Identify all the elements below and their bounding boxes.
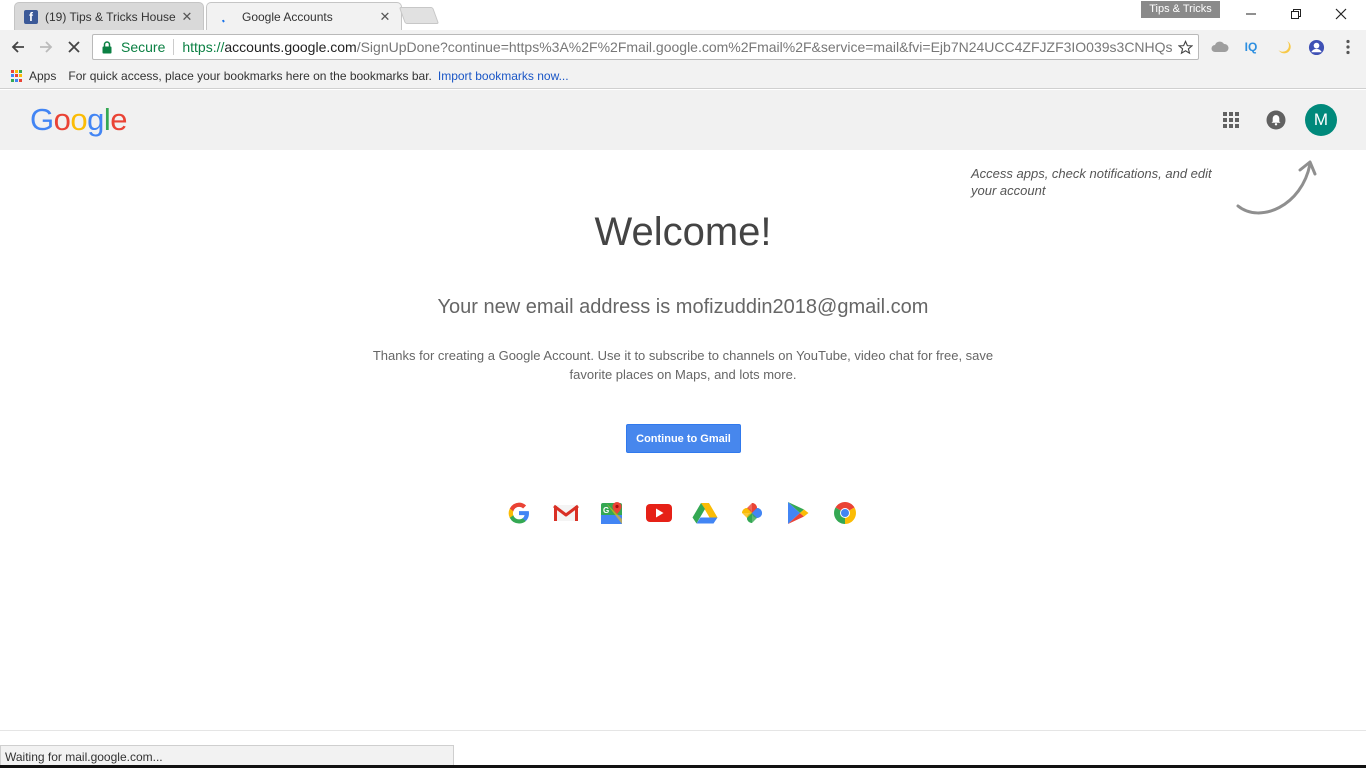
apps-shortcut[interactable]: Apps xyxy=(0,69,56,83)
bookmarks-bar: Apps For quick access, place your bookma… xyxy=(0,64,1366,89)
url-text[interactable]: https://accounts.google.com/SignUpDone?c… xyxy=(182,39,1172,55)
account-hint-text: Access apps, check notifications, and ed… xyxy=(971,166,1212,198)
url-path: /SignUpDone?continue=https%3A%2F%2Fmail.… xyxy=(356,39,1172,55)
logo-letter: g xyxy=(87,102,104,137)
services-row: G xyxy=(506,500,878,526)
youtube-icon xyxy=(645,500,672,526)
chrome-icon xyxy=(832,500,858,526)
bookmarks-hint: For quick access, place your bookmarks h… xyxy=(68,69,432,83)
welcome-description: Thanks for creating a Google Account. Us… xyxy=(372,348,994,382)
maps-icon: G xyxy=(599,500,625,526)
profile-label[interactable]: Tips & Tricks xyxy=(1141,1,1220,18)
new-tab-button[interactable] xyxy=(398,7,440,24)
curved-arrow-icon xyxy=(1236,160,1317,215)
omnibox-separator xyxy=(173,39,175,55)
address-bar[interactable]: Secure https://accounts.google.com/SignU… xyxy=(92,34,1199,60)
notifications-bell-icon[interactable] xyxy=(1266,110,1286,130)
facebook-icon: f xyxy=(24,9,38,24)
tab-close-icon[interactable]: ✕ xyxy=(179,9,195,25)
tab-strip: f (19) Tips & Tricks House ✕ Google Acco… xyxy=(0,0,1366,30)
logo-letter: o xyxy=(70,102,88,137)
close-icon[interactable] xyxy=(1318,0,1363,28)
lock-icon xyxy=(102,40,112,53)
minimize-icon[interactable] xyxy=(1228,0,1273,28)
forward-icon[interactable] xyxy=(34,35,58,59)
logo-letter: o xyxy=(53,102,71,137)
tab-close-icon[interactable]: ✕ xyxy=(377,9,393,25)
stop-loading-icon[interactable] xyxy=(62,35,86,59)
back-icon[interactable] xyxy=(6,35,30,59)
tab-google-accounts[interactable]: Google Accounts ✕ xyxy=(206,2,402,30)
google-logo[interactable]: Google xyxy=(30,102,128,138)
footer-divider xyxy=(0,730,1366,731)
continue-to-gmail-button[interactable]: Continue to Gmail xyxy=(626,424,741,453)
svg-text:G: G xyxy=(603,506,609,515)
apps-grid-icon xyxy=(11,70,23,82)
email-address-line: Your new email address is mofizuddin2018… xyxy=(437,296,929,318)
tab-title: Google Accounts xyxy=(242,9,333,24)
tab-title: (19) Tips & Tricks House xyxy=(45,9,176,24)
logo-letter: G xyxy=(30,102,54,137)
url-host: accounts.google.com xyxy=(224,39,357,55)
main-content: Access apps, check notifications, and ed… xyxy=(0,150,1366,730)
secure-label: Secure xyxy=(121,39,166,55)
cloud-extension-icon[interactable] xyxy=(1210,37,1230,57)
google-header: Google M xyxy=(0,90,1366,150)
gmail-icon xyxy=(552,500,579,526)
apps-launcher-icon[interactable] xyxy=(1221,110,1241,130)
loading-spinner-icon xyxy=(222,19,225,23)
iq-extension-icon[interactable]: IQ xyxy=(1241,37,1261,57)
avatar[interactable]: M xyxy=(1305,104,1337,136)
moon-extension-icon[interactable] xyxy=(1274,37,1294,57)
profile-extension-icon[interactable] xyxy=(1306,37,1326,57)
url-scheme: https:// xyxy=(182,39,225,55)
apps-label: Apps xyxy=(29,69,57,83)
secure-indicator[interactable]: Secure xyxy=(93,39,165,55)
restore-icon[interactable] xyxy=(1273,0,1318,28)
play-store-icon xyxy=(785,500,811,526)
drive-icon xyxy=(692,500,718,526)
logo-letter: e xyxy=(110,102,128,137)
google-icon xyxy=(506,500,532,526)
page-title: Welcome! xyxy=(594,210,772,254)
browser-toolbar: Secure https://accounts.google.com/SignU… xyxy=(0,30,1366,64)
photos-icon xyxy=(739,500,765,526)
menu-dots-icon[interactable] xyxy=(1338,37,1358,57)
import-bookmarks-link[interactable]: Import bookmarks now... xyxy=(438,69,569,83)
tab-facebook[interactable]: f (19) Tips & Tricks House ✕ xyxy=(14,2,204,30)
bookmark-star-icon[interactable] xyxy=(1172,39,1198,55)
